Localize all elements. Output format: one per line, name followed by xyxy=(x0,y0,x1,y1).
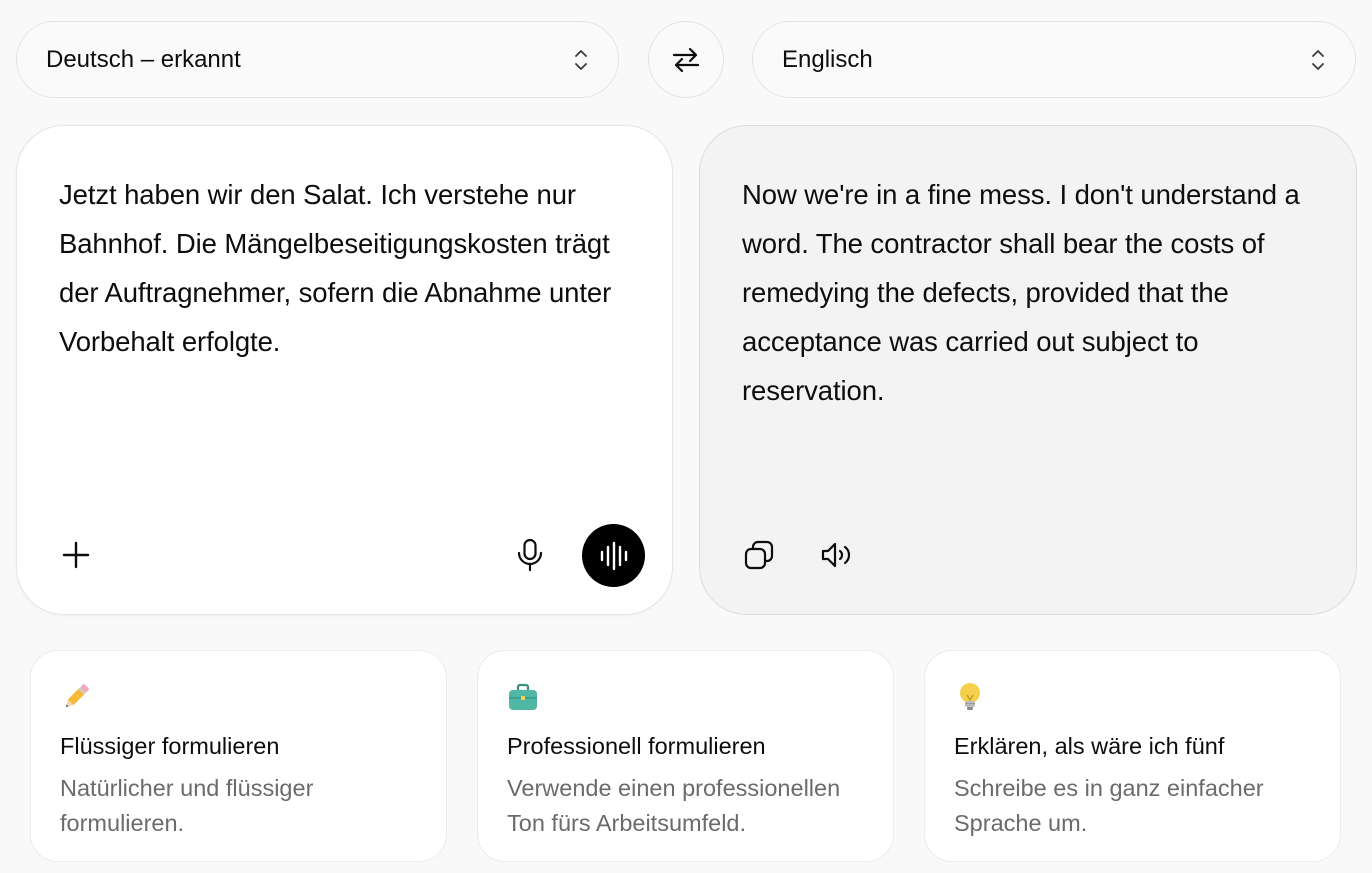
voice-mode-button[interactable] xyxy=(582,524,645,587)
suggestion-description: Verwende einen professionellen Ton fürs … xyxy=(507,775,841,836)
source-text-input[interactable]: Jetzt haben wir den Salat. Ich verstehe … xyxy=(59,170,632,366)
target-language-label: Englisch xyxy=(782,45,873,73)
source-language-label: Deutsch – erkannt xyxy=(46,45,241,73)
swap-arrows-icon xyxy=(672,47,700,72)
swap-languages-button[interactable] xyxy=(648,21,724,98)
suggestion-card-fluent[interactable]: Flüssiger formulieren Natürlicher und fl… xyxy=(30,650,447,862)
read-aloud-button[interactable] xyxy=(818,538,856,572)
copy-button[interactable] xyxy=(742,538,776,572)
speaker-icon xyxy=(821,542,851,568)
briefcase-icon xyxy=(509,683,537,710)
microphone-icon xyxy=(517,538,543,572)
add-button[interactable] xyxy=(57,536,95,574)
chevron-up-down-icon xyxy=(575,49,587,70)
light-bulb-icon xyxy=(960,683,980,710)
suggestion-description: Schreibe es in ganz einfacher Sprache um… xyxy=(954,775,1264,836)
suggestion-card-eli5[interactable]: Erklären, als wäre ich fünf Schreibe es … xyxy=(924,650,1341,862)
copy-icon xyxy=(744,540,774,570)
suggestion-description: Natürlicher und flüssiger formulieren. xyxy=(60,775,314,836)
source-text-panel[interactable]: Jetzt haben wir den Salat. Ich verstehe … xyxy=(16,125,673,615)
plus-icon xyxy=(62,541,90,569)
chevron-up-down-icon xyxy=(1312,49,1324,70)
suggestion-card-professional[interactable]: Professionell formulieren Verwende einen… xyxy=(477,650,894,862)
target-language-select[interactable]: Englisch xyxy=(752,21,1356,98)
suggestion-title: Professionell formulieren xyxy=(507,733,766,759)
voice-waveform-icon xyxy=(600,541,627,570)
translation-output-text: Now we're in a fine mess. I don't unders… xyxy=(742,179,1300,406)
microphone-button[interactable] xyxy=(510,534,550,576)
suggestion-title: Erklären, als wäre ich fünf xyxy=(954,733,1225,759)
suggestion-title: Flüssiger formulieren xyxy=(60,733,280,759)
source-language-select[interactable]: Deutsch – erkannt xyxy=(16,21,619,98)
translation-output-panel: Now we're in a fine mess. I don't unders… xyxy=(699,125,1357,615)
pencil-icon xyxy=(66,684,89,707)
